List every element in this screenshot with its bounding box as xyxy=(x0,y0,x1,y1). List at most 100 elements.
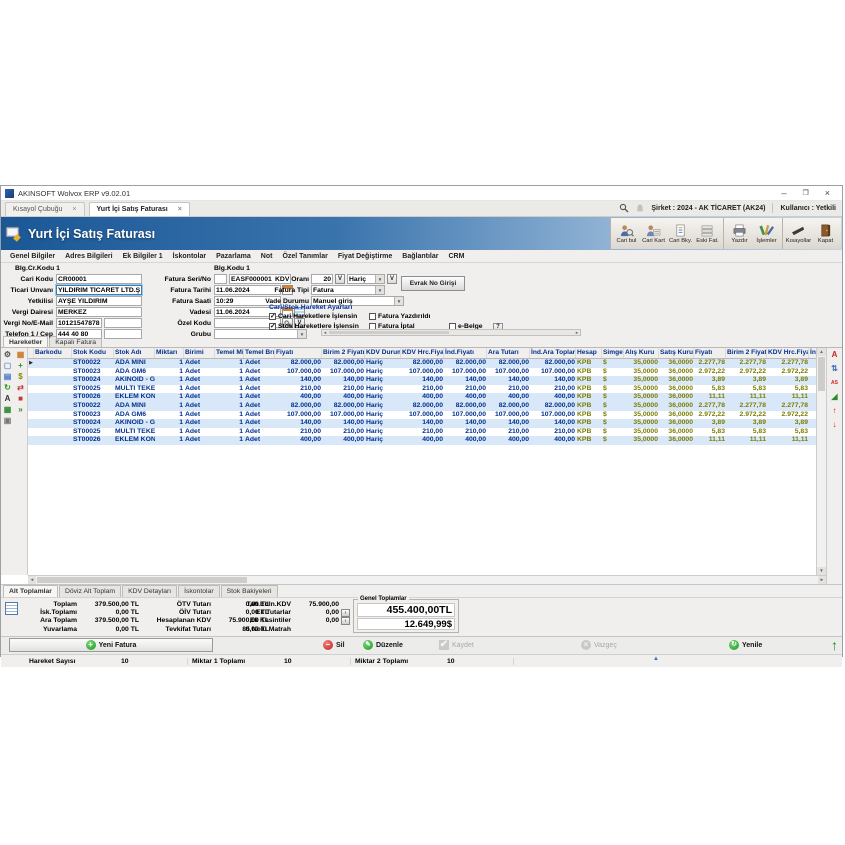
grid-cell[interactable]: 2.972,22 xyxy=(694,411,726,420)
table-row[interactable]: ST00025MULTI TEKER (OI1Adet1Adet210,0021… xyxy=(28,428,816,437)
grid-cell[interactable] xyxy=(809,428,816,437)
totals-tab[interactable]: KDV Detayları xyxy=(122,585,177,597)
column-header[interactable]: KDV Durumu xyxy=(365,348,401,358)
grid-cell[interactable]: 1 xyxy=(155,359,184,368)
grid-cell[interactable]: 1 xyxy=(155,376,184,385)
scroll-right-icon[interactable]: ► xyxy=(818,576,826,584)
tab-close-icon[interactable]: × xyxy=(178,206,182,213)
grid-cell[interactable]: Hariç xyxy=(365,402,401,411)
grid-cell[interactable]: 140,00 xyxy=(487,419,530,428)
table-row[interactable]: ST00023ADA GM61Adet1Adet107.000,00107.00… xyxy=(28,411,816,420)
grid-cell[interactable]: ST00026 xyxy=(72,393,114,402)
grid-cell[interactable]: 2.972,22 xyxy=(767,368,809,377)
column-header[interactable]: KDV Hrc.Fiyat xyxy=(767,348,809,358)
grid-cell[interactable]: 210,00 xyxy=(487,428,530,437)
table-row[interactable]: ▶ST00022ADA MINI1Adet1Adet82.000,0082.00… xyxy=(28,359,816,368)
sort-icon[interactable]: ⇅ xyxy=(829,364,840,375)
yenile-button[interactable]: ↻Yenile xyxy=(729,638,762,652)
column-header[interactable]: Fiyatı xyxy=(694,348,726,358)
tab-close-icon[interactable]: × xyxy=(72,206,76,213)
column-header[interactable]: Satış Kuru xyxy=(659,348,694,358)
grid-cell[interactable]: 82.000,00 xyxy=(444,359,487,368)
yeni-fatura-button[interactable]: +Yeni Fatura xyxy=(9,638,213,652)
grid-cell[interactable]: ST00023 xyxy=(72,368,114,377)
totals-tab[interactable]: Alt Toplamlar xyxy=(3,585,58,597)
scroll-right-icon[interactable]: ► xyxy=(574,330,580,335)
evrak-no-button[interactable]: Evrak No Girişi xyxy=(401,276,465,291)
grid-cell[interactable]: 1 xyxy=(215,402,244,411)
grid-cell[interactable]: ST00025 xyxy=(72,428,114,437)
add-icon[interactable]: + xyxy=(15,361,26,371)
grid-cell[interactable]: EKLEM KONTROL xyxy=(114,436,155,445)
grid-cell[interactable]: Hariç xyxy=(365,376,401,385)
grid-cell[interactable]: 107.000,00 xyxy=(401,411,444,420)
grid-cell[interactable]: 36,0000 xyxy=(659,368,694,377)
grid-cell[interactable]: 82.000,00 xyxy=(401,359,444,368)
table-row[interactable]: ST00024AKINOID - GKS3/1Adet1Adet140,0014… xyxy=(28,376,816,385)
grid-cell[interactable]: 82.000,00 xyxy=(530,402,576,411)
grubu-select[interactable]: ▼ xyxy=(214,329,307,339)
grid-cell[interactable]: $ xyxy=(602,436,624,445)
search-icon[interactable] xyxy=(619,203,629,213)
grid-cell[interactable]: 5,83 xyxy=(767,385,809,394)
scrollbar-thumb[interactable] xyxy=(37,577,247,583)
telefon-input[interactable] xyxy=(56,329,102,339)
grid-cell[interactable]: 1 xyxy=(215,385,244,394)
grid-cell[interactable]: 36,0000 xyxy=(659,411,694,420)
grid-cell[interactable]: 1 xyxy=(155,428,184,437)
grid-cell[interactable]: 107.000,00 xyxy=(487,411,530,420)
totals-tab[interactable]: İskontolar xyxy=(178,585,219,597)
menu-item[interactable]: İskontolar xyxy=(168,253,211,260)
grid-cell[interactable]: 11,11 xyxy=(767,436,809,445)
ticari-unvani-input[interactable] xyxy=(56,285,142,295)
grid-cell[interactable]: 3,89 xyxy=(767,376,809,385)
grid-cell[interactable]: 3,89 xyxy=(694,419,726,428)
grid-cell[interactable]: 2.972,22 xyxy=(726,411,767,420)
grid-cell[interactable]: 140,00 xyxy=(322,419,365,428)
kaydet-button[interactable]: ✔Kaydet xyxy=(439,638,474,652)
table-row[interactable]: ST00023ADA GM61Adet1Adet107.000,00107.00… xyxy=(28,368,816,377)
collapse-up-icon[interactable]: ↑ xyxy=(831,637,838,653)
grid-cell[interactable]: 36,0000 xyxy=(659,428,694,437)
grid-cell[interactable]: MULTI TEKER (OI xyxy=(114,385,155,394)
grid-cell[interactable]: 140,00 xyxy=(401,376,444,385)
refresh-icon[interactable]: ↻ xyxy=(2,383,13,393)
grid-cell[interactable] xyxy=(809,402,816,411)
grid-cell[interactable]: 11,11 xyxy=(726,393,767,402)
move-down-icon[interactable]: ↓ xyxy=(829,420,840,431)
grid-horizontal-scrollbar[interactable]: ◄ ► xyxy=(28,575,826,584)
grid-cell[interactable]: 2.277,78 xyxy=(726,359,767,368)
header-tool-button[interactable]: Kısayollar xyxy=(785,218,812,249)
grid-cell[interactable]: 35,0000 xyxy=(624,402,659,411)
grid-cell[interactable]: Adet xyxy=(244,368,275,377)
grid-cell[interactable]: Adet xyxy=(244,385,275,394)
grid-cell[interactable]: 35,0000 xyxy=(624,359,659,368)
checkbox-cari-hareketlere[interactable]: Cari Hareketlere İşlensin xyxy=(269,313,357,320)
kdv-v-button[interactable]: V xyxy=(335,274,345,284)
menu-item[interactable]: Fiyat Değiştirme xyxy=(333,253,397,260)
grid-cell[interactable]: Adet xyxy=(244,436,275,445)
grid-cell[interactable]: 2.277,78 xyxy=(694,359,726,368)
grid-cell[interactable]: AKINOID - GKS3/ xyxy=(114,419,155,428)
vergi-no-input[interactable] xyxy=(56,318,102,328)
grid-cell[interactable]: ST00025 xyxy=(72,385,114,394)
grid-cell[interactable]: 140,00 xyxy=(487,376,530,385)
grid-cell[interactable]: 35,0000 xyxy=(624,411,659,420)
grid-cell[interactable] xyxy=(34,411,72,420)
grid-cell[interactable]: 1 xyxy=(155,368,184,377)
grid-cell[interactable]: 3,89 xyxy=(767,419,809,428)
grid-cell[interactable]: Adet xyxy=(184,368,215,377)
grid-cell[interactable]: 1 xyxy=(215,359,244,368)
grid-cell[interactable]: 2.277,78 xyxy=(726,402,767,411)
notification-bell-icon[interactable] xyxy=(636,204,644,213)
grid-cell[interactable]: ST00022 xyxy=(72,402,114,411)
grid-cell[interactable]: KPB xyxy=(576,368,602,377)
grid-cell[interactable]: Adet xyxy=(244,428,275,437)
grid-cell[interactable] xyxy=(34,376,72,385)
move-up-icon[interactable]: ↑ xyxy=(829,406,840,417)
grid-cell[interactable]: 107.000,00 xyxy=(530,411,576,420)
grid-cell[interactable]: 35,0000 xyxy=(624,419,659,428)
grid-cell[interactable]: KPB xyxy=(576,419,602,428)
grid-cell[interactable]: Adet xyxy=(184,402,215,411)
grid-cell[interactable]: MULTI TEKER (OI xyxy=(114,428,155,437)
